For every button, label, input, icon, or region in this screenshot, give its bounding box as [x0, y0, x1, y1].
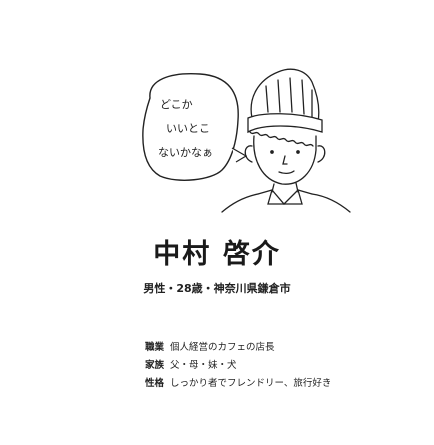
detail-value: しっかり者でフレンドリー、旅行好き: [170, 378, 332, 389]
speech-bubble: どこか いいとこ ないかなぁ: [142, 73, 248, 181]
profile-details: 職業 個人経営のカフェの店長 家族 父・母・妹・犬 性格 しっかり者でフレンドリ…: [145, 339, 405, 393]
character-illustration: どこか いいとこ ないかなぁ: [142, 68, 351, 213]
bubble-line-1: どこか: [160, 98, 193, 111]
detail-value: 父・母・妹・犬: [170, 360, 237, 371]
character-figure: [221, 68, 351, 213]
detail-value: 個人経営のカフェの店長: [170, 342, 275, 353]
detail-row-personality: 性格 しっかり者でフレンドリー、旅行好き: [145, 375, 405, 393]
detail-label: 職業: [145, 342, 165, 353]
person-subtitle: 男性・28歳・神奈川県鎌倉市: [143, 282, 291, 295]
face: [253, 135, 317, 185]
detail-label: 性格: [145, 378, 165, 389]
detail-row-family: 家族 父・母・妹・犬: [145, 357, 405, 375]
shirt-collar: [257, 189, 313, 205]
bubble-line-3: ないかなぁ: [158, 146, 213, 159]
person-name: 中村 啓介: [153, 239, 281, 270]
bubble-line-2: いいとこ: [166, 122, 210, 135]
detail-label: 家族: [145, 360, 165, 371]
detail-row-occupation: 職業 個人経営のカフェの店長: [145, 339, 405, 357]
